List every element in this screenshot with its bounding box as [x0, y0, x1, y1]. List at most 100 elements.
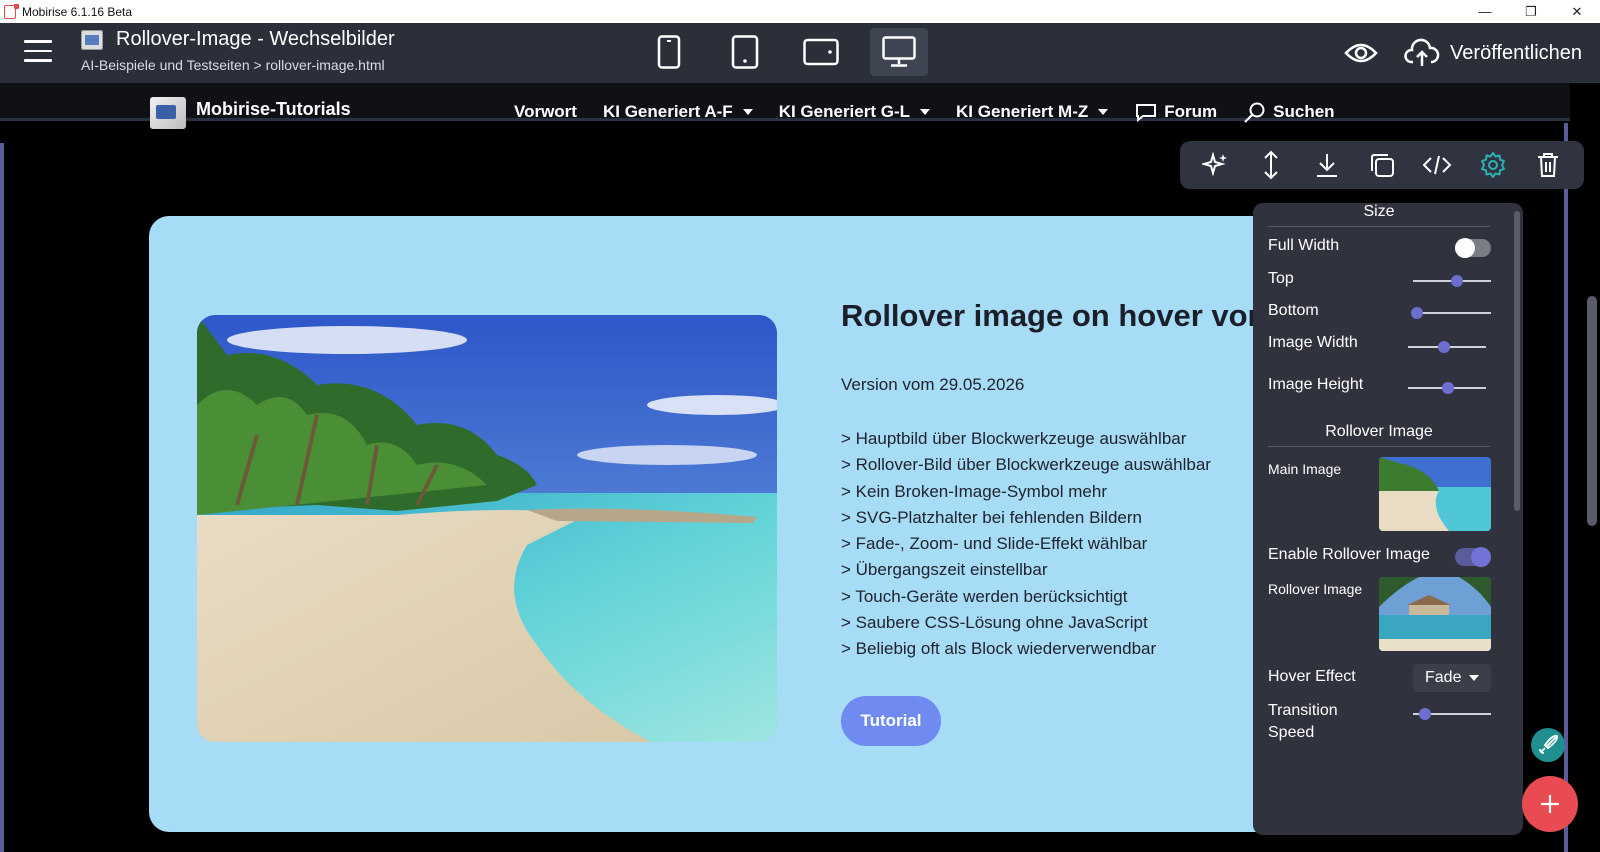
chat-icon	[1136, 104, 1157, 122]
publish-rocket-button[interactable]	[1531, 728, 1565, 762]
close-icon[interactable]: ✕	[1554, 0, 1600, 23]
publish-button[interactable]: Veröffentlichen	[1404, 38, 1582, 68]
chevron-down-icon	[1098, 109, 1109, 115]
search-icon	[1244, 102, 1265, 123]
image-width-slider[interactable]	[1408, 341, 1486, 353]
site-brand[interactable]: Mobirise-Tutorials	[150, 93, 351, 129]
full-width-toggle[interactable]	[1455, 238, 1491, 258]
nav-item-forum[interactable]: Forum	[1134, 101, 1217, 123]
tutorial-button[interactable]: Tutorial	[841, 696, 941, 746]
rollover-image-thumbnail[interactable]	[1379, 577, 1491, 651]
move-icon[interactable]	[1255, 149, 1287, 181]
minimize-icon[interactable]: —	[1462, 0, 1508, 23]
slider-knob[interactable]	[1442, 382, 1454, 394]
nav-label: KI Generiert A-F	[602, 102, 733, 121]
site-nav-menu: Vorwort KI Generiert A-F KI Generiert G-…	[514, 101, 1335, 123]
transition-speed-label-2: Speed	[1268, 724, 1315, 741]
cloud-upload-icon	[1404, 38, 1440, 66]
canvas-scrollbar[interactable]	[1587, 296, 1597, 526]
list-item: > Saubere CSS-Lösung ohne JavaScript	[841, 613, 1148, 633]
nav-item-vorwort[interactable]: Vorwort	[514, 101, 577, 123]
panel-scrollbar[interactable]	[1514, 211, 1520, 511]
block-toolbar	[1180, 141, 1584, 189]
nav-label: Forum	[1164, 102, 1218, 121]
enable-rollover-toggle[interactable]	[1455, 547, 1491, 567]
nav-item-suchen[interactable]: Suchen	[1243, 101, 1335, 123]
page-title: Rollover-Image - Wechselbilder	[116, 28, 395, 50]
full-width-label: Full Width	[1268, 237, 1340, 254]
rollover-image-label: Rollover Image	[1268, 581, 1363, 597]
add-block-button[interactable]	[1522, 776, 1578, 832]
list-item: > Touch-Geräte werden berücksichtigt	[841, 586, 1128, 606]
hover-effect-value: Fade	[1425, 669, 1462, 686]
nav-label: KI Generiert G-L	[778, 102, 911, 121]
image-height-slider[interactable]	[1408, 382, 1486, 394]
hamburger-menu-icon[interactable]	[24, 40, 52, 62]
list-item: > Kein Broken-Image-Symbol mehr	[841, 481, 1107, 501]
site-navbar: Mobirise-Tutorials Vorwort KI Generiert …	[0, 83, 1570, 129]
eye-preview-icon[interactable]	[1344, 41, 1378, 65]
trash-icon[interactable]	[1532, 149, 1564, 181]
page-thumbnail-icon	[81, 30, 103, 50]
tablet-preview-button[interactable]	[716, 28, 774, 76]
tablet-icon	[731, 35, 759, 69]
topbar-actions: Veröffentlichen	[1344, 23, 1582, 83]
chevron-down-icon	[742, 109, 753, 115]
duplicate-icon[interactable]	[1366, 149, 1398, 181]
canvas-border-left	[0, 143, 4, 852]
toggle-knob	[1471, 547, 1491, 567]
size-section-heading: Size	[1268, 203, 1490, 227]
nav-item-ki-g-l[interactable]: KI Generiert G-L	[778, 101, 931, 123]
rocket-icon	[1539, 734, 1559, 754]
nav-item-ki-m-z[interactable]: KI Generiert M-Z	[956, 101, 1109, 123]
main-image-label: Main Image	[1268, 461, 1342, 477]
beach-photo[interactable]	[197, 315, 777, 742]
breadcrumb[interactable]: AI-Beispiele und Testseiten > rollover-i…	[81, 57, 385, 73]
rollover-section-heading: Rollover Image	[1268, 423, 1490, 447]
desktop-icon	[882, 36, 916, 67]
window-title: Mobirise 6.1.16 Beta	[22, 4, 133, 19]
tablet-landscape-icon	[803, 38, 839, 66]
desktop-preview-button[interactable]	[870, 28, 928, 76]
gear-icon[interactable]	[1477, 149, 1509, 181]
nav-label: Suchen	[1273, 102, 1335, 121]
ai-sparkle-icon[interactable]	[1200, 149, 1232, 181]
phone-preview-button[interactable]	[640, 28, 698, 76]
code-icon[interactable]	[1421, 149, 1453, 181]
brand-logo	[150, 97, 186, 129]
image-width-label: Image Width	[1268, 334, 1358, 351]
hover-effect-label: Hover Effect	[1268, 668, 1356, 685]
list-item: > Fade-, Zoom- und Slide-Effekt wählbar	[841, 534, 1148, 554]
bottom-slider[interactable]	[1411, 307, 1491, 319]
download-icon[interactable]	[1311, 149, 1343, 181]
slider-knob[interactable]	[1411, 307, 1423, 319]
nav-item-ki-a-f[interactable]: KI Generiert A-F	[603, 101, 753, 123]
transition-speed-slider[interactable]	[1413, 708, 1491, 720]
editor-topbar: Rollover-Image - Wechselbilder AI-Beispi…	[0, 23, 1600, 83]
slider-knob[interactable]	[1438, 341, 1450, 353]
bottom-label: Bottom	[1268, 302, 1319, 319]
plus-icon	[1541, 795, 1559, 813]
block-settings-panel: Size Full Width Top Bottom Image Width I…	[1253, 203, 1523, 835]
feature-list[interactable]: > Hauptbild über Blockwerkzeuge auswählb…	[841, 426, 1211, 663]
image-height-label: Image Height	[1268, 376, 1364, 393]
version-text[interactable]: Version vom 29.05.2026	[841, 375, 1024, 395]
list-item: > Hauptbild über Blockwerkzeuge auswählb…	[841, 429, 1187, 448]
content-heading[interactable]: Rollover image on hover vor	[841, 298, 1255, 334]
app-icon	[4, 3, 19, 19]
hover-effect-select[interactable]: Fade	[1413, 664, 1491, 692]
toggle-knob	[1455, 238, 1475, 258]
editor-canvas: Mobirise-Tutorials Vorwort KI Generiert …	[0, 83, 1600, 852]
window-controls: — ❐ ✕	[1462, 0, 1600, 23]
list-item: > SVG-Platzhalter bei fehlenden Bildern	[841, 507, 1142, 527]
main-image-thumbnail[interactable]	[1379, 457, 1491, 531]
maximize-icon[interactable]: ❐	[1508, 0, 1554, 23]
tablet-landscape-preview-button[interactable]	[792, 28, 850, 76]
slider-knob[interactable]	[1419, 708, 1431, 720]
slider-knob[interactable]	[1451, 275, 1463, 287]
top-label: Top	[1268, 270, 1294, 287]
chevron-down-icon	[1469, 675, 1479, 681]
phone-icon	[657, 35, 681, 69]
list-item: > Beliebig oft als Block wiederverwendba…	[841, 639, 1157, 659]
top-slider[interactable]	[1413, 275, 1491, 287]
